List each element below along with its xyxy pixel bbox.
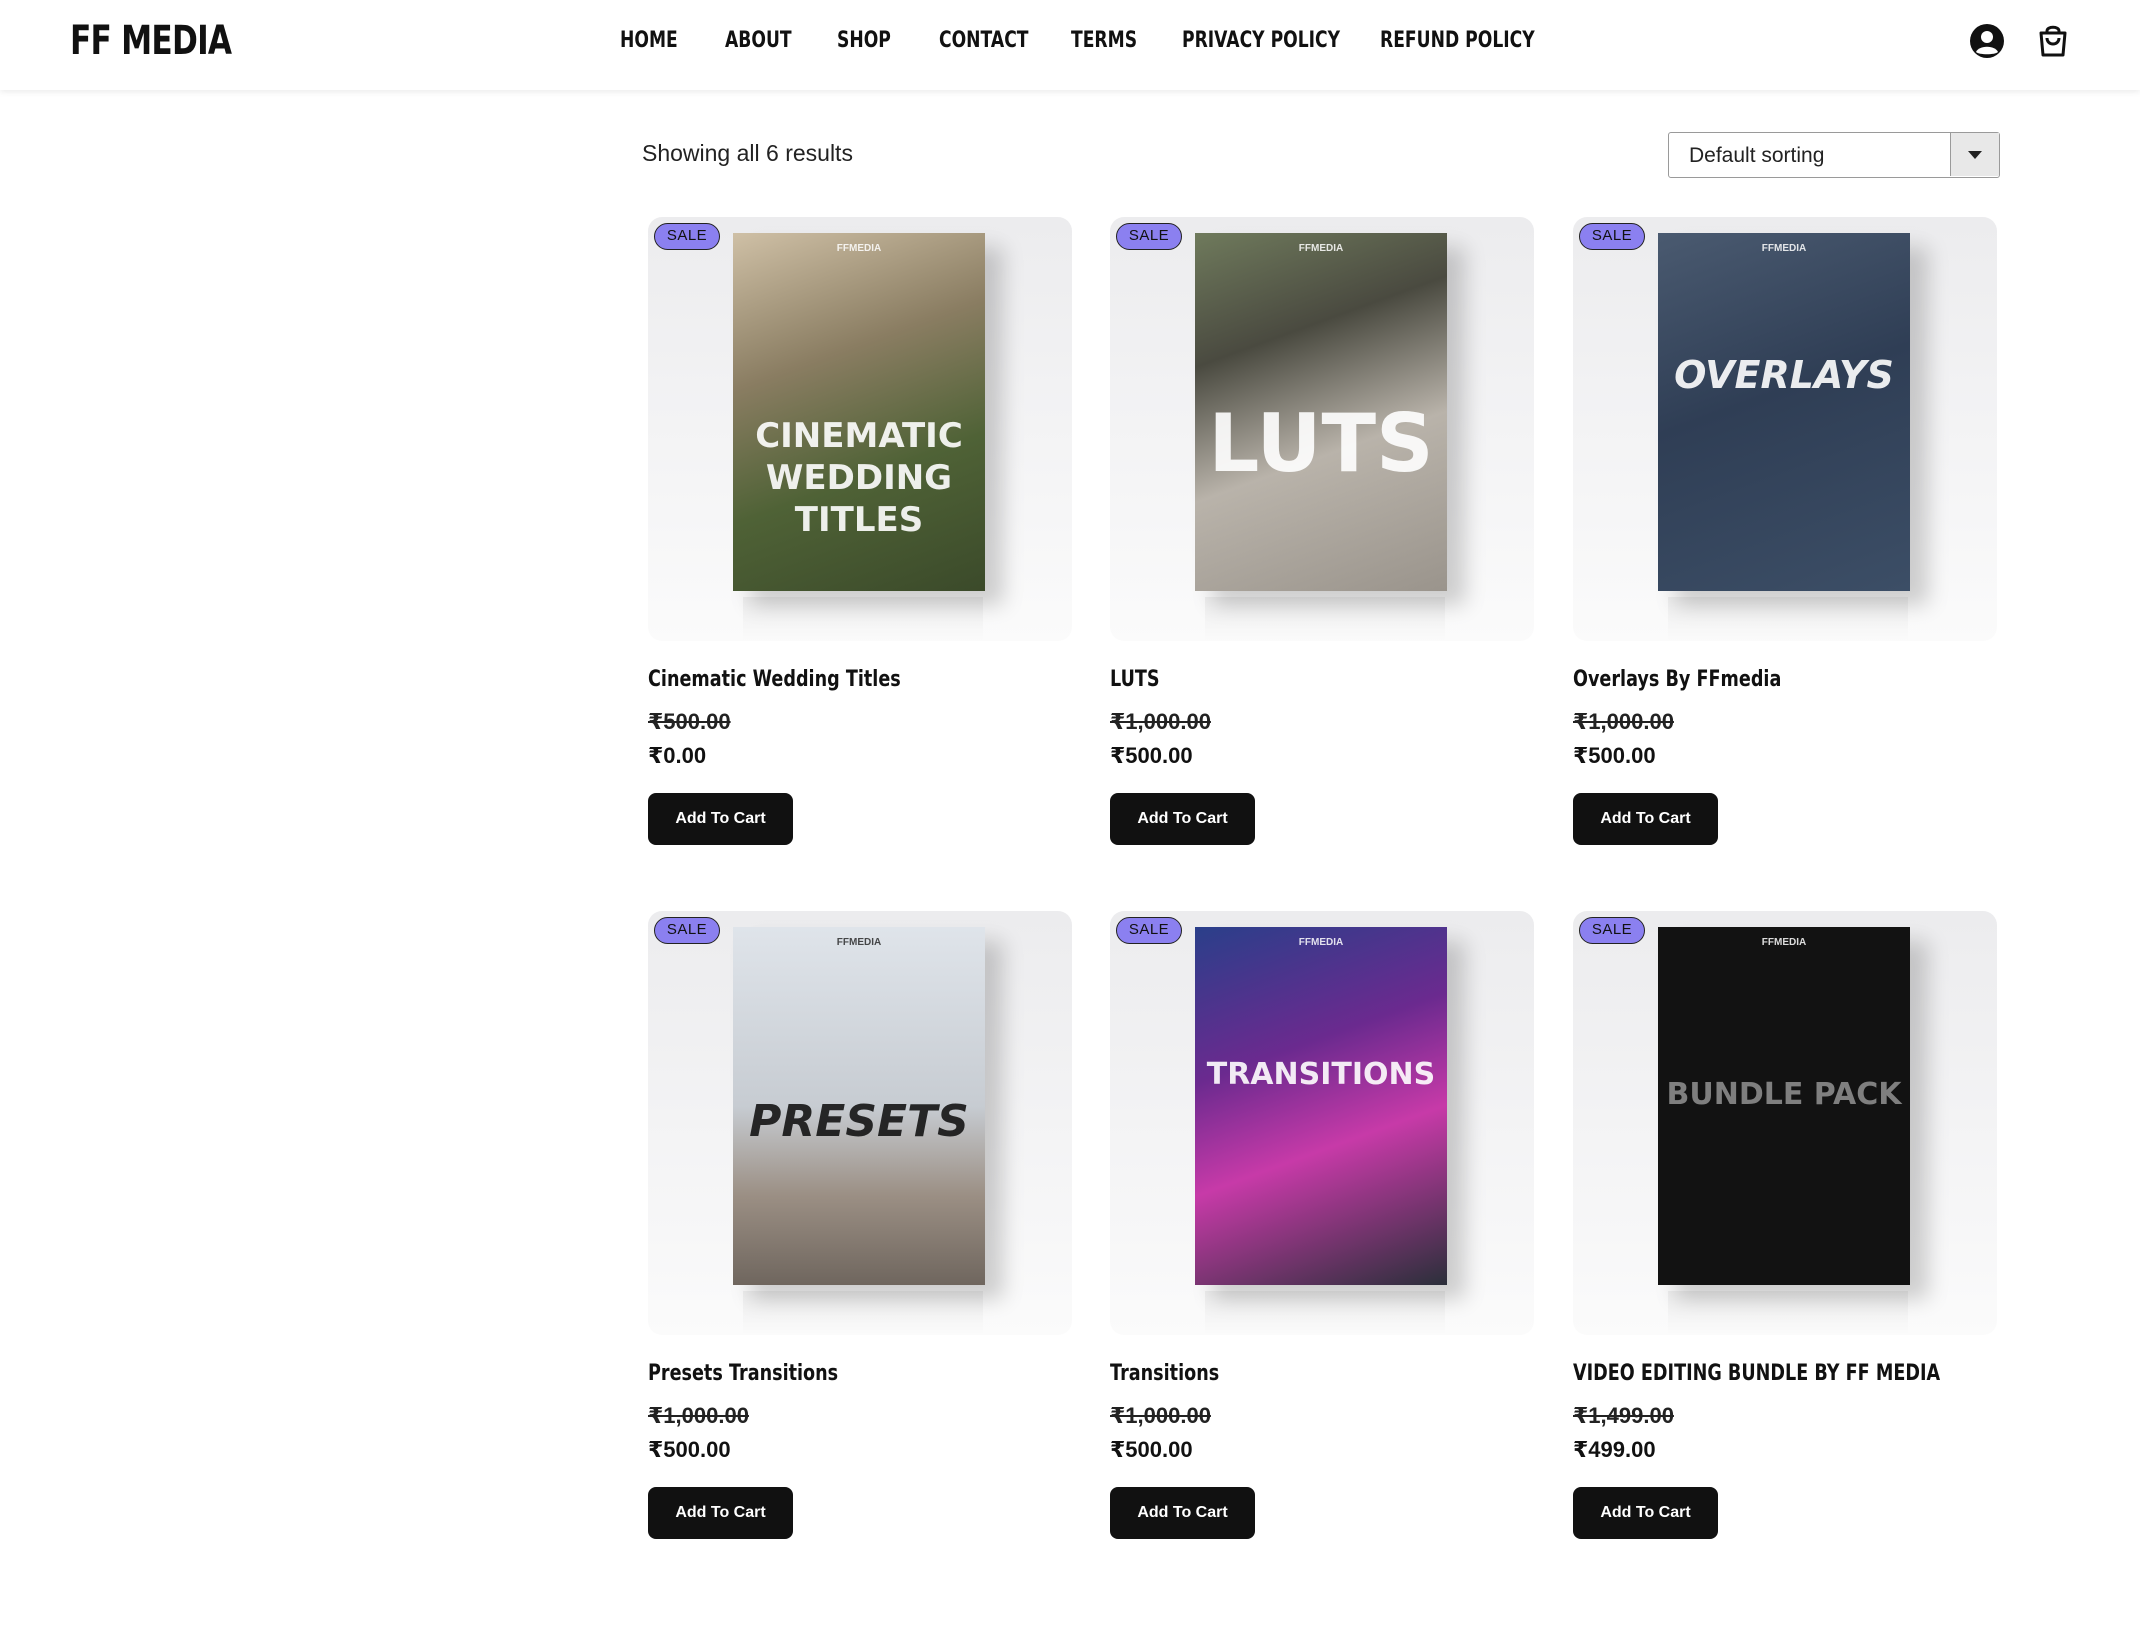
product-title[interactable]: VIDEO EDITING BUNDLE BY FF MEDIA bbox=[1573, 1361, 1940, 1386]
product-box-art: FFMEDIA LUTS bbox=[1195, 233, 1447, 591]
sale-badge: SALE bbox=[1116, 223, 1182, 250]
sort-select[interactable]: Default sorting bbox=[1668, 132, 2000, 178]
box-reflection bbox=[1668, 1291, 1908, 1335]
product-old-price: ₹1,499.00 bbox=[1573, 1403, 1674, 1428]
product-price: ₹500.00 bbox=[1110, 1437, 1193, 1462]
product-box-art: FFMEDIA CINEMATIC WEDDING TITLES bbox=[733, 233, 985, 591]
sale-badge: SALE bbox=[654, 223, 720, 250]
nav-about[interactable]: ABOUT bbox=[725, 26, 792, 56]
product-old-price: ₹1,000.00 bbox=[648, 1403, 749, 1428]
sale-badge: SALE bbox=[654, 917, 720, 944]
result-count: Showing all 6 results bbox=[642, 140, 853, 166]
add-to-cart-button[interactable]: Add To Cart bbox=[1110, 1487, 1255, 1539]
product-box-art: FFMEDIA OVERLAYS bbox=[1658, 233, 1910, 591]
sale-badge: SALE bbox=[1116, 917, 1182, 944]
product-image[interactable]: FFMEDIA OVERLAYS SALE bbox=[1573, 217, 1997, 641]
cart-icon[interactable] bbox=[2034, 22, 2072, 60]
add-to-cart-button[interactable]: Add To Cart bbox=[1110, 793, 1255, 845]
product-title[interactable]: Cinematic Wedding Titles bbox=[648, 667, 901, 692]
site-header: FF MEDIA HOME ABOUT SHOP CONTACT TERMS P… bbox=[0, 0, 2140, 90]
box-brand-text: FFMEDIA bbox=[1298, 243, 1344, 254]
box-brand-text: FFMEDIA bbox=[836, 937, 882, 948]
product-image[interactable]: FFMEDIA PRESETS SALE bbox=[648, 911, 1072, 1335]
nav-terms[interactable]: TERMS bbox=[1071, 26, 1137, 56]
add-to-cart-button[interactable]: Add To Cart bbox=[648, 1487, 793, 1539]
nav-refund-policy[interactable]: REFUND POLICY bbox=[1380, 26, 1535, 56]
product-box-art: FFMEDIA PRESETS bbox=[733, 927, 985, 1285]
chevron-down-icon[interactable] bbox=[1950, 133, 1999, 176]
box-art-title: TRANSITIONS bbox=[1206, 1057, 1436, 1092]
product-price: ₹499.00 bbox=[1573, 1437, 1656, 1462]
product-old-price: ₹1,000.00 bbox=[1110, 1403, 1211, 1428]
product-title[interactable]: LUTS bbox=[1110, 667, 1160, 692]
box-brand-text: FFMEDIA bbox=[1761, 937, 1807, 948]
product-old-price: ₹1,000.00 bbox=[1110, 709, 1211, 734]
box-brand-text: FFMEDIA bbox=[1298, 937, 1344, 948]
product-box-art: FFMEDIA BUNDLE PACK bbox=[1658, 927, 1910, 1285]
nav-home[interactable]: HOME bbox=[620, 26, 678, 56]
sort-selected-label: Default sorting bbox=[1689, 144, 1825, 167]
product-title[interactable]: Overlays By FFmedia bbox=[1573, 667, 1781, 692]
box-art-title: OVERLAYS bbox=[1674, 353, 1894, 397]
box-art-title: CINEMATIC WEDDING TITLES bbox=[755, 416, 963, 540]
product-image[interactable]: FFMEDIA TRANSITIONS SALE bbox=[1110, 911, 1534, 1335]
add-to-cart-button[interactable]: Add To Cart bbox=[1573, 793, 1718, 845]
box-reflection bbox=[1205, 1291, 1445, 1335]
box-reflection bbox=[1205, 597, 1445, 641]
product-title[interactable]: Transitions bbox=[1110, 1361, 1219, 1386]
box-brand-text: FFMEDIA bbox=[1761, 243, 1807, 254]
sale-badge: SALE bbox=[1579, 223, 1645, 250]
add-to-cart-button[interactable]: Add To Cart bbox=[1573, 1487, 1718, 1539]
product-box-art: FFMEDIA TRANSITIONS bbox=[1195, 927, 1447, 1285]
nav-privacy-policy[interactable]: PRIVACY POLICY bbox=[1182, 26, 1340, 56]
sale-badge: SALE bbox=[1579, 917, 1645, 944]
box-art-title: BUNDLE PACK bbox=[1666, 1077, 1902, 1112]
nav-shop[interactable]: SHOP bbox=[837, 26, 891, 56]
box-art-title: LUTS bbox=[1208, 397, 1434, 490]
add-to-cart-button[interactable]: Add To Cart bbox=[648, 793, 793, 845]
product-title[interactable]: Presets Transitions bbox=[648, 1361, 838, 1386]
product-price: ₹500.00 bbox=[648, 1437, 731, 1462]
product-image[interactable]: FFMEDIA CINEMATIC WEDDING TITLES SALE bbox=[648, 217, 1072, 641]
product-price: ₹0.00 bbox=[648, 743, 707, 768]
nav-contact[interactable]: CONTACT bbox=[939, 26, 1029, 56]
box-art-title: PRESETS bbox=[749, 1096, 969, 1147]
product-old-price: ₹1,000.00 bbox=[1573, 709, 1674, 734]
product-price: ₹500.00 bbox=[1573, 743, 1656, 768]
product-image[interactable]: FFMEDIA BUNDLE PACK SALE bbox=[1573, 911, 1997, 1335]
product-old-price: ₹500.00 bbox=[648, 709, 731, 734]
product-image[interactable]: FFMEDIA LUTS SALE bbox=[1110, 217, 1534, 641]
box-reflection bbox=[743, 597, 983, 641]
box-brand-text: FFMEDIA bbox=[836, 243, 882, 254]
box-reflection bbox=[743, 1291, 983, 1335]
account-icon[interactable] bbox=[1968, 22, 2006, 60]
site-logo[interactable]: FF MEDIA bbox=[70, 18, 232, 64]
product-price: ₹500.00 bbox=[1110, 743, 1193, 768]
box-reflection bbox=[1668, 597, 1908, 641]
